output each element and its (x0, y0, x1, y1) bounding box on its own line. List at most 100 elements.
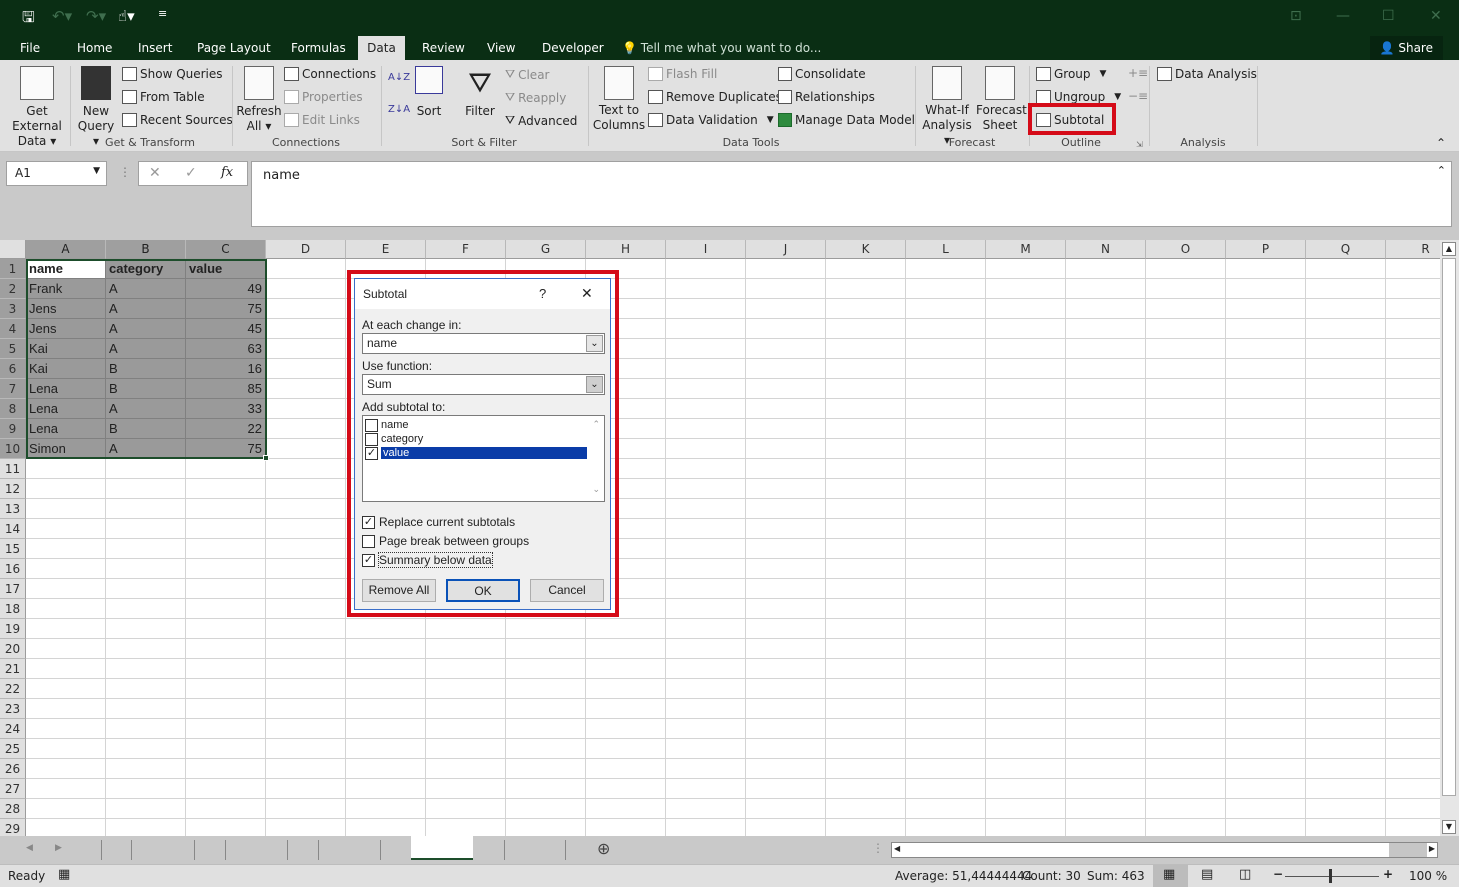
cell[interactable] (346, 779, 426, 799)
cell[interactable] (906, 419, 986, 439)
row-header[interactable]: 12 (0, 479, 26, 499)
cell[interactable] (1066, 779, 1146, 799)
cell[interactable] (986, 699, 1066, 719)
column-header-L[interactable]: L (906, 240, 986, 259)
column-header-A[interactable]: A (26, 240, 106, 259)
cell[interactable] (26, 739, 106, 759)
cell[interactable] (586, 639, 666, 659)
cell[interactable] (506, 659, 586, 679)
zoom-in-icon[interactable]: + (1383, 867, 1393, 881)
cell[interactable] (266, 659, 346, 679)
cell[interactable] (746, 619, 826, 639)
cell[interactable] (746, 559, 826, 579)
cell[interactable] (746, 699, 826, 719)
cell[interactable] (986, 279, 1066, 299)
table-cell[interactable]: 45 (186, 319, 266, 339)
row-header[interactable]: 10 (0, 439, 26, 459)
cell[interactable] (1226, 639, 1306, 659)
table-cell[interactable]: Kai (26, 359, 106, 379)
summary-below-checkbox[interactable]: ✓ Summary below data (362, 552, 493, 568)
scroll-right-icon[interactable]: ▶ (1429, 844, 1435, 853)
cell[interactable] (826, 659, 906, 679)
cell[interactable] (1386, 759, 1440, 779)
cell[interactable] (266, 259, 346, 279)
cell[interactable] (1146, 519, 1226, 539)
cell[interactable] (666, 439, 746, 459)
cell[interactable] (1386, 539, 1440, 559)
cell[interactable] (986, 339, 1066, 359)
cell[interactable] (746, 299, 826, 319)
list-item[interactable]: name (365, 418, 587, 432)
cell[interactable] (1386, 559, 1440, 579)
cell[interactable] (826, 759, 906, 779)
cell[interactable] (266, 699, 346, 719)
cell[interactable] (426, 799, 506, 819)
cell[interactable] (986, 639, 1066, 659)
cell[interactable] (666, 319, 746, 339)
cell[interactable] (1386, 319, 1440, 339)
cell[interactable] (186, 599, 266, 619)
clear-filter-button[interactable]: ⛛ Clear (505, 67, 549, 82)
cell[interactable] (1226, 279, 1306, 299)
cell[interactable] (906, 739, 986, 759)
cell[interactable] (906, 699, 986, 719)
cell[interactable] (906, 259, 986, 279)
cell[interactable] (1226, 579, 1306, 599)
cell[interactable] (1066, 299, 1146, 319)
cell[interactable] (1146, 619, 1226, 639)
cell[interactable] (746, 679, 826, 699)
cell[interactable] (906, 599, 986, 619)
table-cell[interactable]: 22 (186, 419, 266, 439)
close-window-icon[interactable]: ✕ (1430, 8, 1442, 24)
cell[interactable] (746, 399, 826, 419)
cell[interactable] (426, 679, 506, 699)
cell[interactable] (826, 799, 906, 819)
cell[interactable] (666, 819, 746, 836)
cell[interactable] (426, 659, 506, 679)
cell[interactable] (1146, 399, 1226, 419)
column-header-D[interactable]: D (266, 240, 346, 259)
page-layout-view-icon[interactable]: ▤ (1201, 867, 1213, 882)
forecast-sheet-button[interactable]: Forecast Sheet (976, 66, 1027, 133)
cell[interactable] (506, 759, 586, 779)
cell[interactable] (666, 559, 746, 579)
cell[interactable] (266, 779, 346, 799)
scroll-up-icon[interactable]: ▲ (1442, 242, 1456, 256)
cell[interactable] (986, 299, 1066, 319)
cell[interactable] (1066, 519, 1146, 539)
cell[interactable] (986, 319, 1066, 339)
filter-button[interactable]: ⛛ Filter (462, 66, 498, 119)
cell[interactable] (1386, 519, 1440, 539)
cell[interactable] (346, 819, 426, 836)
cell[interactable] (266, 459, 346, 479)
zoom-level[interactable]: 100 % (1409, 869, 1447, 883)
table-cell[interactable]: A (106, 299, 186, 319)
cell[interactable] (506, 799, 586, 819)
cell[interactable] (1226, 679, 1306, 699)
cell[interactable] (1146, 759, 1226, 779)
cell[interactable] (746, 359, 826, 379)
cell[interactable] (266, 799, 346, 819)
scroll-left-icon[interactable]: ◀ (894, 844, 900, 853)
cell[interactable] (1066, 379, 1146, 399)
cell[interactable] (746, 279, 826, 299)
cell[interactable] (826, 399, 906, 419)
cell[interactable] (1306, 659, 1386, 679)
cell[interactable] (1306, 799, 1386, 819)
cell[interactable] (986, 739, 1066, 759)
scroll-split-grip-icon[interactable]: ⋮ (872, 841, 884, 855)
cell[interactable] (1226, 359, 1306, 379)
cell[interactable] (1066, 699, 1146, 719)
cell[interactable] (426, 639, 506, 659)
cell[interactable] (1226, 319, 1306, 339)
cell[interactable] (986, 759, 1066, 779)
table-cell[interactable]: A (106, 339, 186, 359)
normal-view-icon[interactable]: ▦ (1163, 867, 1175, 882)
cell[interactable] (826, 439, 906, 459)
cell[interactable] (746, 799, 826, 819)
ok-button[interactable]: OK (446, 579, 520, 602)
minimize-icon[interactable]: — (1336, 8, 1350, 24)
cell[interactable] (266, 499, 346, 519)
formula-input[interactable]: name ⌃ (251, 161, 1452, 227)
cell[interactable] (106, 819, 186, 836)
